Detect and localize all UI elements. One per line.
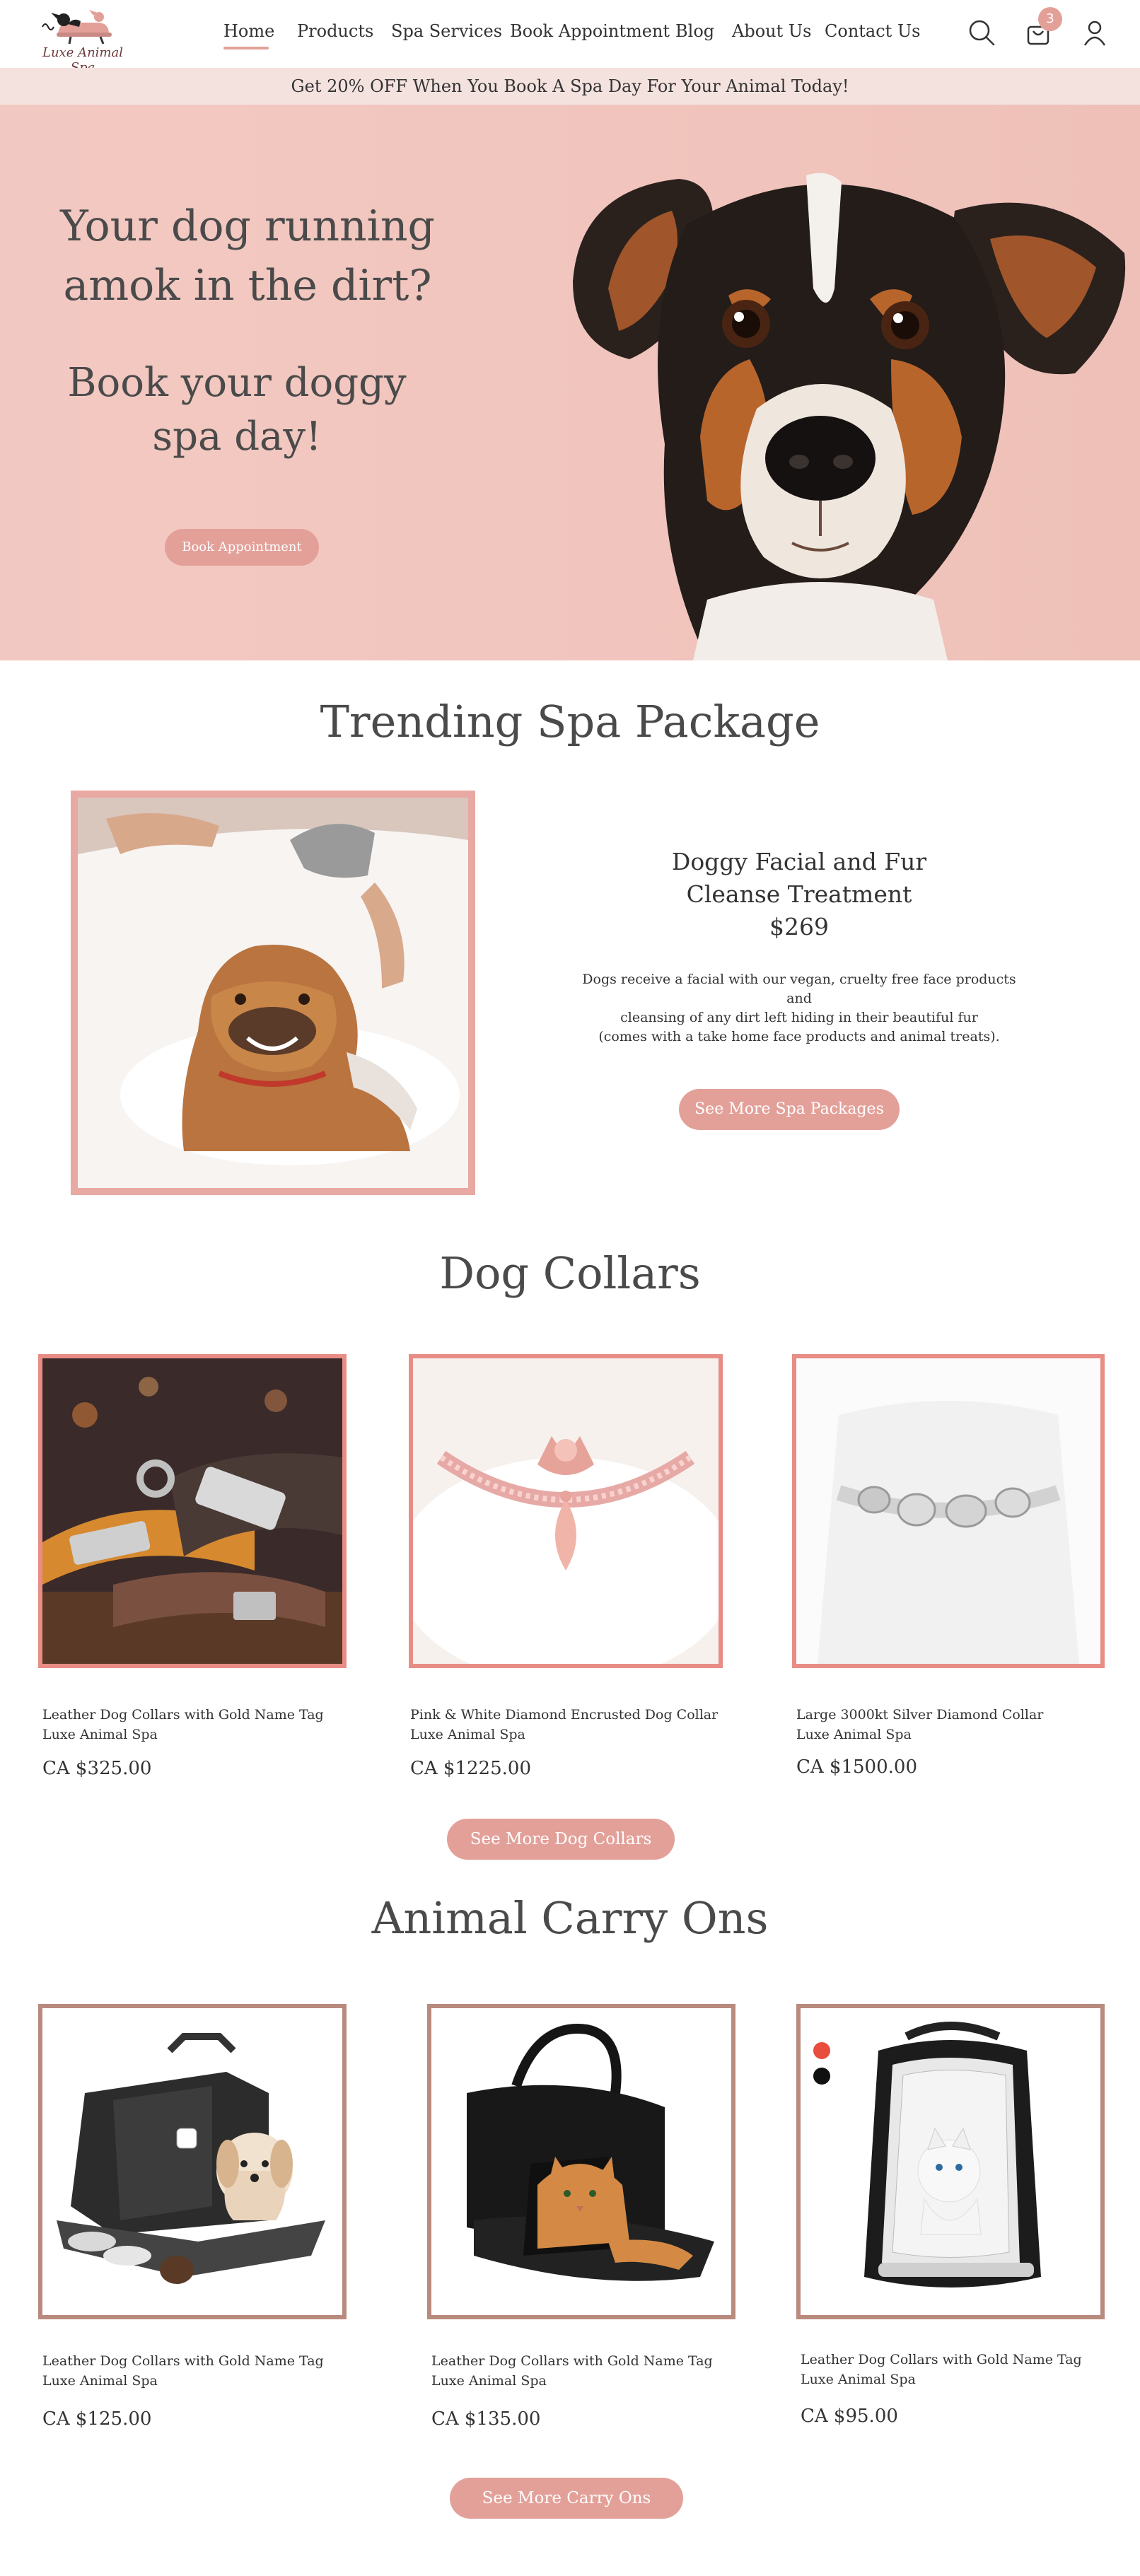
trending-desc-line1: Dogs receive a facial with our vegan, cr… (582, 972, 1016, 1006)
carry-card-3-image[interactable] (796, 2004, 1105, 2319)
carry-2-price: CA $135.00 (431, 2408, 541, 2430)
trending-section-title: Trending Spa Package (320, 696, 820, 747)
see-more-carry-ons-button[interactable]: See More Carry Ons (450, 2478, 683, 2519)
collar-3-name[interactable]: Large 3000kt Silver Diamond Collar (796, 1707, 1043, 1723)
carry-2-vendor: Luxe Animal Spa (431, 2373, 547, 2389)
nav-home[interactable]: Home (223, 21, 274, 41)
nav-book-appointment[interactable]: Book Appointment (510, 21, 670, 41)
see-more-spa-packages-button[interactable]: See More Spa Packages (679, 1089, 900, 1130)
collar-1-vendor: Luxe Animal Spa (42, 1727, 158, 1742)
hero-book-appointment-button[interactable]: Book Appointment (165, 529, 319, 566)
nav-spa-services[interactable]: Spa Services (391, 21, 502, 41)
carry-card-1-image[interactable] (38, 2004, 347, 2319)
see-more-dog-collars-button[interactable]: See More Dog Collars (447, 1819, 675, 1860)
collar-card-1-image[interactable] (38, 1354, 347, 1668)
hero-subheadline: Book your doggy spa day! (67, 360, 407, 460)
carry-3-vendor: Luxe Animal Spa (801, 2372, 916, 2387)
collar-1-name[interactable]: Leather Dog Collars with Gold Name Tag (42, 1707, 324, 1723)
trending-price: $269 (769, 913, 829, 940)
nav-contact-us[interactable]: Contact Us (825, 21, 920, 41)
collar-2-price: CA $1225.00 (410, 1758, 531, 1779)
hero-section: Your dog running amok in the dirt? Book … (0, 105, 1140, 660)
nav-about-us[interactable]: About Us (732, 21, 811, 41)
carry-3-name[interactable]: Leather Dog Collars with Gold Name Tag (801, 2352, 1082, 2367)
trending-description: Dogs receive a facial with our vegan, cr… (580, 970, 1018, 1047)
carry-3-price: CA $95.00 (801, 2406, 898, 2427)
collar-3-vendor: Luxe Animal Spa (796, 1727, 912, 1742)
trending-desc-line3: (comes with a take home face products an… (598, 1029, 1000, 1044)
collar-2-vendor: Luxe Animal Spa (410, 1727, 525, 1742)
carry-1-price: CA $125.00 (42, 2408, 152, 2430)
trending-title-line2: Cleanse Treatment (686, 880, 912, 908)
nav-products[interactable]: Products (297, 21, 373, 41)
collar-card-2-image[interactable] (409, 1354, 723, 1668)
account-icon[interactable] (1079, 17, 1110, 48)
nav-active-indicator (223, 47, 269, 49)
carry-ons-section-title: Animal Carry Ons (371, 1892, 769, 1944)
trending-title-line1: Doggy Facial and Fur (671, 848, 927, 875)
color-swatch-black (813, 2068, 830, 2085)
carry-1-name[interactable]: Leather Dog Collars with Gold Name Tag (42, 2353, 324, 2369)
trending-package-image[interactable] (78, 798, 468, 1188)
hero-dog-image (573, 173, 1126, 660)
carry-2-name[interactable]: Leather Dog Collars with Gold Name Tag (431, 2353, 713, 2369)
trending-product-title: Doggy Facial and Fur Cleanse Treatment $… (636, 846, 962, 943)
collar-1-price: CA $325.00 (42, 1758, 152, 1779)
collar-2-name[interactable]: Pink & White Diamond Encrusted Dog Colla… (410, 1707, 718, 1723)
hero-headline: Your dog running amok in the dirt? (60, 202, 435, 310)
carry-card-2-image[interactable] (427, 2004, 735, 2319)
logo-icon (42, 10, 112, 45)
collar-card-3-image[interactable] (792, 1354, 1105, 1668)
color-swatch-red (813, 2042, 830, 2059)
cart-count-badge: 3 (1038, 7, 1062, 31)
nav-blog[interactable]: Blog (675, 21, 714, 41)
collar-3-price: CA $1500.00 (796, 1756, 917, 1778)
promo-banner: Get 20% OFF When You Book A Spa Day For … (0, 68, 1140, 105)
trending-desc-line2: cleansing of any dirt left hiding in the… (620, 1010, 978, 1025)
carry-1-vendor: Luxe Animal Spa (42, 2373, 158, 2389)
dog-collars-section-title: Dog Collars (439, 1247, 701, 1299)
search-icon[interactable] (966, 17, 997, 48)
